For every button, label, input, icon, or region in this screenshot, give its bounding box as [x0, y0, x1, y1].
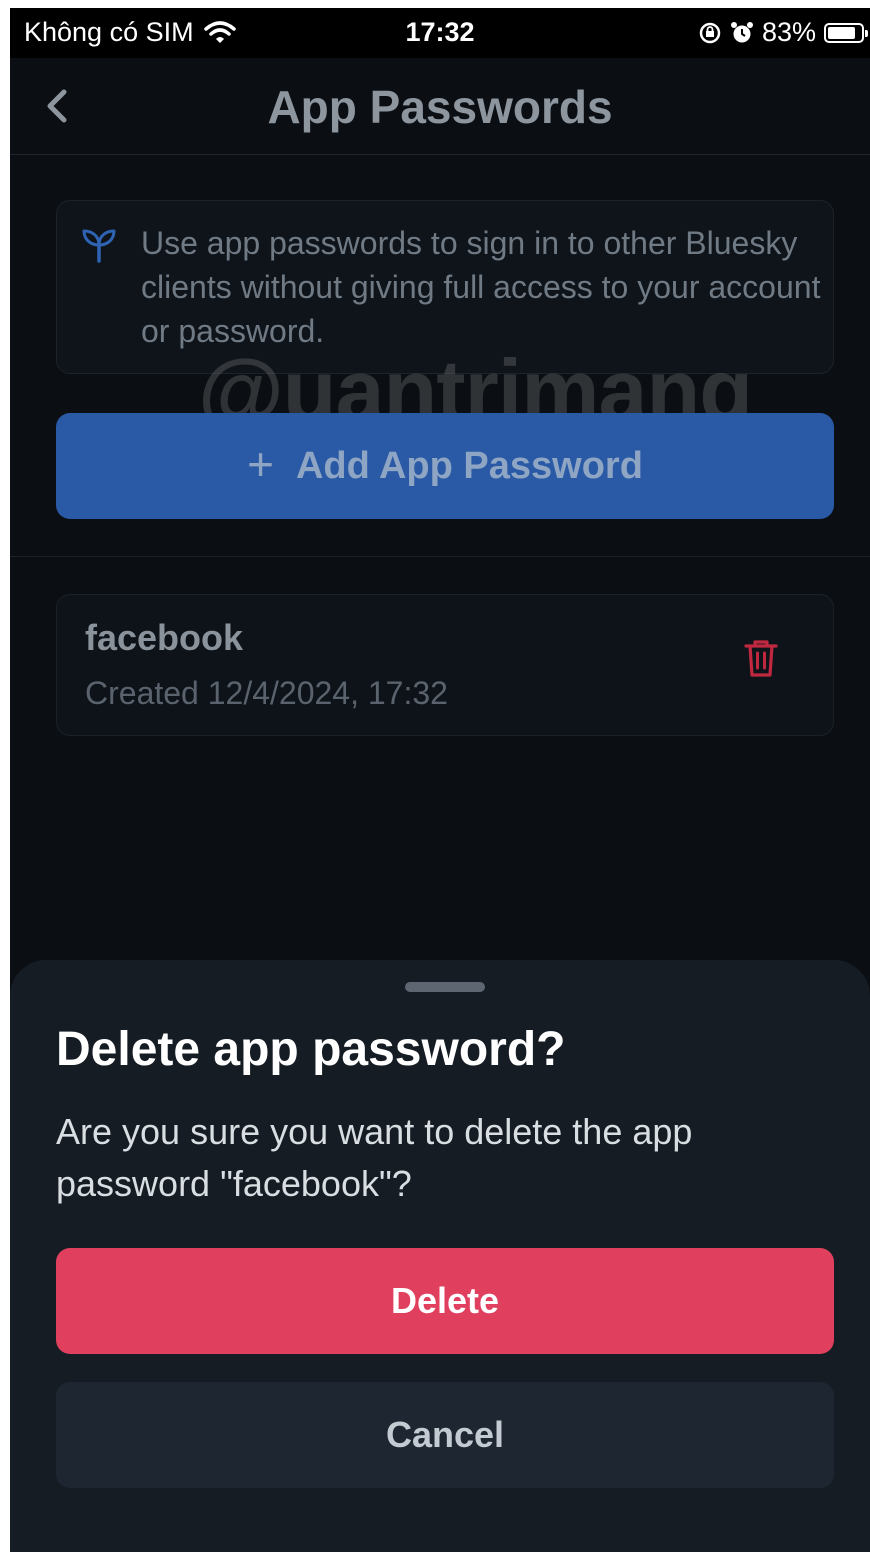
plus-icon: + — [247, 438, 274, 490]
info-box: Use app passwords to sign in to other Bl… — [56, 200, 834, 374]
app-screen: App Passwords Use app passwords to sign … — [10, 58, 870, 1552]
lock-rotation-icon — [699, 22, 721, 43]
add-app-password-label: Add App Password — [295, 444, 643, 487]
battery-percent: 83% — [761, 17, 816, 47]
section-divider — [10, 556, 870, 557]
sheet-drag-handle[interactable] — [405, 982, 485, 992]
battery-icon — [824, 22, 868, 43]
phone-frame: Không có SIM 17:32 83% App Passwords Use… — [10, 8, 870, 1552]
app-password-created: Created 12/4/2024, 17:32 — [85, 675, 448, 711]
alarm-icon — [730, 21, 753, 42]
app-password-name: facebook — [85, 617, 244, 658]
battery-fill — [828, 26, 855, 39]
nav-header: App Passwords — [10, 58, 870, 155]
page-title: App Passwords — [267, 81, 613, 133]
cancel-button[interactable]: Cancel — [56, 1382, 834, 1488]
dialog-title: Delete app password? — [56, 1023, 566, 1076]
delete-button[interactable]: Delete — [56, 1248, 834, 1354]
app-password-item: facebook Created 12/4/2024, 17:32 — [56, 594, 834, 736]
dialog-message: Are you sure you want to delete the app … — [56, 1111, 693, 1204]
trash-icon[interactable] — [741, 637, 781, 679]
status-bar: Không có SIM 17:32 83% — [10, 8, 870, 58]
sprout-icon — [82, 229, 116, 263]
status-right: 83% — [698, 17, 868, 48]
add-app-password-button[interactable]: + Add App Password — [56, 413, 834, 519]
info-text: Use app passwords to sign in to other Bl… — [141, 225, 821, 349]
delete-confirm-sheet: Delete app password? Are you sure you wa… — [10, 960, 870, 1552]
